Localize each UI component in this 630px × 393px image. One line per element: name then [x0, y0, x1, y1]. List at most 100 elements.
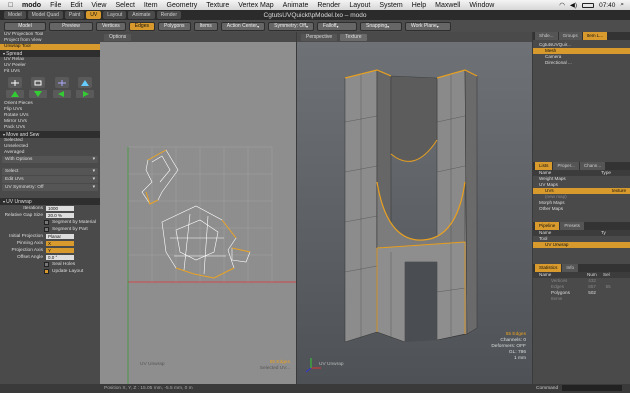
uv-symmetry-dropdown[interactable]: UV Symmetry: Off — [2, 184, 98, 191]
action-center-dropdown[interactable]: Action Center — [220, 21, 266, 31]
wifi-icon[interactable]: ◠ — [559, 1, 565, 9]
initial-projection-select[interactable]: Planar — [46, 233, 74, 240]
work-plane-dropdown[interactable]: Work Plane — [404, 21, 451, 31]
menu-window[interactable]: Window — [469, 2, 494, 9]
texture-tab[interactable]: Texture — [340, 33, 367, 41]
checkbox[interactable] — [44, 262, 49, 267]
move-uv-icon[interactable] — [54, 77, 69, 88]
layout-tab-model[interactable]: Model — [4, 11, 26, 19]
menu-texture[interactable]: Texture — [206, 2, 229, 9]
layout-tab-model-quad[interactable]: Model Quad — [27, 11, 63, 19]
polygons-mode-button[interactable]: Polygons — [157, 21, 191, 31]
seal-holes-check[interactable]: Seal Holes — [0, 261, 100, 268]
item-list-tabs: Shde... Groups Item L... — [533, 32, 630, 40]
stat-sel: 55 — [605, 284, 611, 289]
layout-tab-paint[interactable]: Paint — [64, 11, 85, 19]
menu-view[interactable]: View — [91, 2, 106, 9]
menu-item[interactable]: Item — [144, 2, 158, 9]
items-mode-button[interactable]: Items — [193, 21, 218, 31]
layout-tab-render[interactable]: Render — [156, 11, 181, 19]
iterations-input[interactable]: 1000 — [46, 205, 74, 212]
vertices-mode-button[interactable]: Vertices — [96, 21, 126, 31]
preview-button[interactable]: Preview — [49, 21, 93, 31]
model-button[interactable]: Model — [4, 21, 46, 31]
search-icon[interactable]: ⌕ — [620, 1, 624, 9]
arrow-left-icon[interactable] — [52, 90, 71, 98]
tab-statistics[interactable]: Statistics — [535, 264, 562, 272]
segment-by-part-check[interactable]: Segment by Part — [0, 226, 100, 233]
snapping-dropdown[interactable]: Snapping — [359, 21, 402, 31]
uv-viewport[interactable]: Options UV Unwrap 55 Edges Selected UV..… — [100, 32, 296, 384]
symmetry-dropdown[interactable]: Symmetry: Off — [268, 21, 314, 31]
layout-tabs: Model Model Quad Paint UV Layout Animate… — [0, 11, 181, 19]
select-dropdown[interactable]: Select — [2, 168, 98, 175]
lists-tabs: Lists Proper... Chann... — [533, 162, 630, 170]
stats-items-row[interactable]: Items — [533, 296, 630, 302]
gap-size-field: Relative Gap Size 20.0 % — [0, 212, 100, 219]
checkbox-checked[interactable] — [44, 269, 49, 274]
menu-file[interactable]: File — [50, 2, 61, 9]
arrow-right-icon[interactable] — [76, 90, 95, 98]
clock[interactable]: 07:40 — [599, 2, 615, 9]
battery-icon[interactable] — [582, 2, 595, 8]
offset-angle-input[interactable]: 0.0 ° — [46, 254, 74, 261]
edit-uvs-dropdown[interactable]: Edit UVs — [2, 176, 98, 183]
tab-groups[interactable]: Groups — [558, 32, 582, 40]
menu-animate[interactable]: Animate — [283, 2, 309, 9]
3d-model-canvas[interactable] — [297, 42, 532, 384]
tab-properties[interactable]: Proper... — [553, 162, 579, 170]
uv-nudge-arrows — [0, 89, 100, 99]
uv-options-tab[interactable]: Options — [104, 33, 132, 41]
layout-tab-uv[interactable]: UV — [86, 11, 102, 19]
segment-by-material-check[interactable]: Segment by Material — [0, 219, 100, 226]
apple-menu-icon[interactable]:  — [8, 2, 18, 9]
checkbox[interactable] — [44, 227, 49, 232]
move-and-sew-header[interactable]: Move and Sew — [0, 131, 100, 138]
command-input[interactable] — [562, 384, 623, 391]
layout-tab-layout[interactable]: Layout — [103, 11, 127, 19]
gap-size-input[interactable]: 20.0 % — [46, 212, 74, 219]
update-layout-check[interactable]: Update Layout — [0, 268, 100, 275]
sew-with-options[interactable]: With Options — [2, 156, 98, 163]
tab-info[interactable]: Info — [562, 264, 579, 272]
arrow-down-icon[interactable] — [29, 90, 48, 98]
tab-shader-tree[interactable]: Shde... — [535, 32, 558, 40]
tab-presets[interactable]: Presets — [560, 222, 584, 230]
menu-render[interactable]: Render — [317, 2, 340, 9]
edges-mode-button[interactable]: Edges — [128, 21, 155, 31]
tab-channels[interactable]: Chann... — [579, 162, 606, 170]
checkbox-label: Segment by Part — [52, 227, 88, 232]
main-toolbar: Model Preview Vertices Edges Polygons It… — [0, 20, 630, 32]
menu-geometry[interactable]: Geometry — [167, 2, 198, 9]
volume-icon[interactable]: ◀) — [570, 1, 577, 9]
menu-select[interactable]: Select — [115, 2, 134, 9]
falloff-dropdown[interactable]: Falloff — [316, 21, 357, 31]
checkbox[interactable] — [44, 220, 49, 225]
menu-system[interactable]: System — [379, 2, 402, 9]
menu-modo[interactable]: modo — [22, 2, 41, 9]
tab-pipeline[interactable]: Pipeline — [535, 222, 560, 230]
tab-lists[interactable]: Lists — [535, 162, 553, 170]
stretch-uv-icon[interactable] — [31, 77, 46, 88]
command-label: Command — [536, 386, 559, 391]
menu-maxwell[interactable]: Maxwell — [435, 2, 460, 9]
initial-projection-label: Initial Projection — [9, 234, 43, 239]
stat-name: Items — [551, 296, 563, 301]
uv-grid-canvas[interactable] — [100, 42, 296, 384]
tab-item-list[interactable]: Item L... — [582, 32, 608, 40]
uv-unwrap-header[interactable]: UV Unwrap — [0, 198, 100, 205]
scale-uv-icon[interactable] — [7, 77, 22, 88]
menu-layout[interactable]: Layout — [349, 2, 370, 9]
arrow-up-icon[interactable] — [5, 90, 24, 98]
menu-edit[interactable]: Edit — [70, 2, 82, 9]
menu-help[interactable]: Help — [412, 2, 426, 9]
layout-tab-animate[interactable]: Animate — [128, 11, 155, 19]
pinning-axis-select[interactable]: X — [46, 240, 74, 247]
projection-axis-select[interactable]: Y — [46, 247, 74, 254]
perspective-viewport[interactable]: Perspective Texture UV Unwrap 55 Edges C… — [297, 32, 532, 384]
flip-uv-icon[interactable] — [78, 77, 93, 88]
spread-section-header[interactable]: Spread — [0, 50, 100, 57]
perspective-tab[interactable]: Perspective — [301, 33, 338, 41]
uv-viewport-header: Options — [100, 32, 296, 42]
menu-vertex-map[interactable]: Vertex Map — [238, 2, 273, 9]
